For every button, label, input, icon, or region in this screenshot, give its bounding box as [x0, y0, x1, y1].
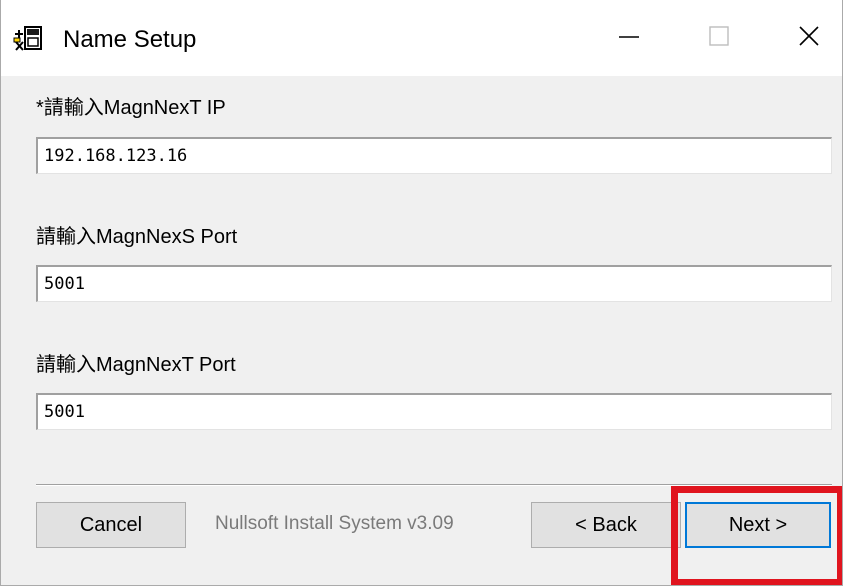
close-icon [798, 25, 820, 52]
magnnexs-port-label: 請輸入MagnNexS Port [36, 226, 238, 248]
branding-text: Nullsoft Install System v3.09 [215, 513, 454, 534]
magnnext-port-label: 請輸入MagnNexT Port [36, 354, 236, 376]
minimize-button[interactable] [589, 0, 669, 76]
magnnext-ip-label: *請輸入MagnNexT IP [36, 97, 226, 119]
close-button[interactable] [769, 0, 842, 76]
minimize-icon [618, 25, 640, 52]
magnnexs-port-input[interactable] [36, 265, 832, 302]
window-title: Name Setup [63, 26, 197, 53]
installer-window: Name Setup *請輸入MagnNexT IP 請輸入MagnNexS P… [0, 0, 843, 586]
title-bar[interactable]: Name Setup [1, 0, 842, 76]
magnnext-ip-input[interactable] [36, 137, 832, 174]
cancel-button[interactable]: Cancel [36, 502, 186, 548]
next-button[interactable]: Next > [685, 502, 831, 548]
footer-separator [36, 484, 832, 486]
maximize-button[interactable] [679, 0, 759, 76]
magnnext-port-input[interactable] [36, 393, 832, 430]
back-button[interactable]: < Back [531, 502, 681, 548]
installer-icon [13, 24, 45, 54]
maximize-icon [708, 25, 730, 52]
